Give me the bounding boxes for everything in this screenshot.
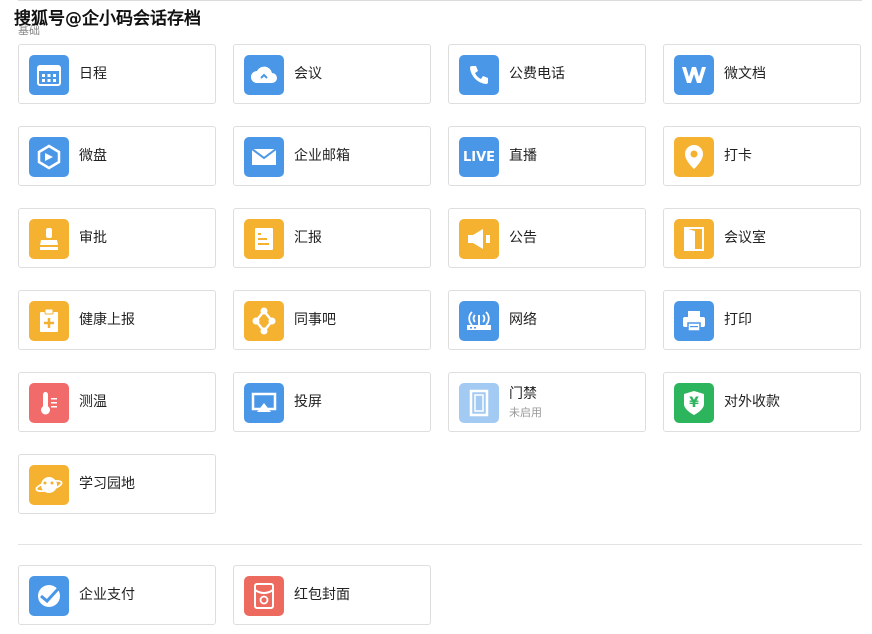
planet-icon	[29, 465, 69, 505]
app-card-live[interactable]: LIVE 直播	[448, 126, 646, 186]
app-label: 会议	[294, 66, 322, 82]
printer-icon	[674, 301, 714, 341]
app-label: 红包封面	[294, 587, 350, 603]
mail-icon	[244, 137, 284, 177]
report-icon	[244, 219, 284, 259]
watermark: 搜狐号@企小码会话存档	[14, 9, 201, 29]
app-card-meeting-room[interactable]: 会议室	[663, 208, 861, 268]
app-card-external-payment[interactable]: ¥ 对外收款	[663, 372, 861, 432]
app-label: 微文档	[724, 66, 766, 82]
app-label: 公费电话	[509, 66, 565, 82]
app-card-announcement[interactable]: 公告	[448, 208, 646, 268]
stamp-icon	[29, 219, 69, 259]
app-card-health-report[interactable]: 健康上报	[18, 290, 216, 350]
app-label: 汇报	[294, 230, 322, 246]
app-card-access-control[interactable]: 门禁 未启用	[448, 372, 646, 432]
app-label: 对外收款	[724, 394, 780, 410]
app-label: 投屏	[294, 394, 322, 410]
cloud-meeting-icon	[244, 55, 284, 95]
app-label: 微盘	[79, 148, 107, 164]
calendar-icon	[29, 55, 69, 95]
colleague-network-icon	[244, 301, 284, 341]
app-card-check-in[interactable]: 打卡	[663, 126, 861, 186]
app-card-drive[interactable]: 微盘	[18, 126, 216, 186]
w-doc-icon	[674, 55, 714, 95]
phone-icon	[459, 55, 499, 95]
live-icon-text: LIVE	[462, 149, 496, 165]
app-label: 健康上报	[79, 312, 135, 328]
app-label: 测温	[79, 394, 107, 410]
thermometer-icon	[29, 383, 69, 423]
app-label: 日程	[79, 66, 107, 82]
app-card-learning[interactable]: 学习园地	[18, 454, 216, 514]
red-packet-icon	[244, 576, 284, 616]
app-card-approval[interactable]: 审批	[18, 208, 216, 268]
location-pin-icon	[674, 137, 714, 177]
app-card-red-packet-cover[interactable]: 红包封面	[233, 565, 431, 625]
live-icon: LIVE	[459, 137, 499, 177]
app-label: 同事吧	[294, 312, 336, 328]
app-label: 企业邮箱	[294, 148, 350, 164]
app-label: 直播	[509, 148, 537, 164]
app-card-meeting[interactable]: 会议	[233, 44, 431, 104]
app-label: 会议室	[724, 230, 766, 246]
megaphone-icon	[459, 219, 499, 259]
app-card-wedoc[interactable]: 微文档	[663, 44, 861, 104]
app-card-network[interactable]: 网络	[448, 290, 646, 350]
screen-cast-icon	[244, 383, 284, 423]
app-card-enterprise-mail[interactable]: 企业邮箱	[233, 126, 431, 186]
app-card-public-phone[interactable]: 公费电话	[448, 44, 646, 104]
app-label: 网络	[509, 312, 537, 328]
router-icon	[459, 301, 499, 341]
app-card-print[interactable]: 打印	[663, 290, 861, 350]
yuan-symbol: ¥	[689, 395, 699, 411]
drive-icon	[29, 137, 69, 177]
section-divider	[18, 544, 862, 545]
app-label: 审批	[79, 230, 107, 246]
app-card-schedule[interactable]: 日程	[18, 44, 216, 104]
app-card-enterprise-payment[interactable]: 企业支付	[18, 565, 216, 625]
app-card-colleague-bar[interactable]: 同事吧	[233, 290, 431, 350]
app-status: 未启用	[509, 406, 542, 419]
payment-icon	[29, 576, 69, 616]
app-label: 打卡	[724, 148, 752, 164]
app-card-screen-cast[interactable]: 投屏	[233, 372, 431, 432]
top-divider	[18, 0, 862, 1]
app-card-report[interactable]: 汇报	[233, 208, 431, 268]
access-door-icon	[459, 383, 499, 423]
app-label: 公告	[509, 230, 537, 246]
yuan-shield-icon: ¥	[674, 383, 714, 423]
app-label: 企业支付	[79, 587, 135, 603]
app-label: 学习园地	[79, 476, 135, 492]
app-label: 打印	[724, 312, 752, 328]
app-label: 门禁	[509, 386, 537, 402]
door-icon	[674, 219, 714, 259]
health-report-icon	[29, 301, 69, 341]
app-card-temperature[interactable]: 测温	[18, 372, 216, 432]
